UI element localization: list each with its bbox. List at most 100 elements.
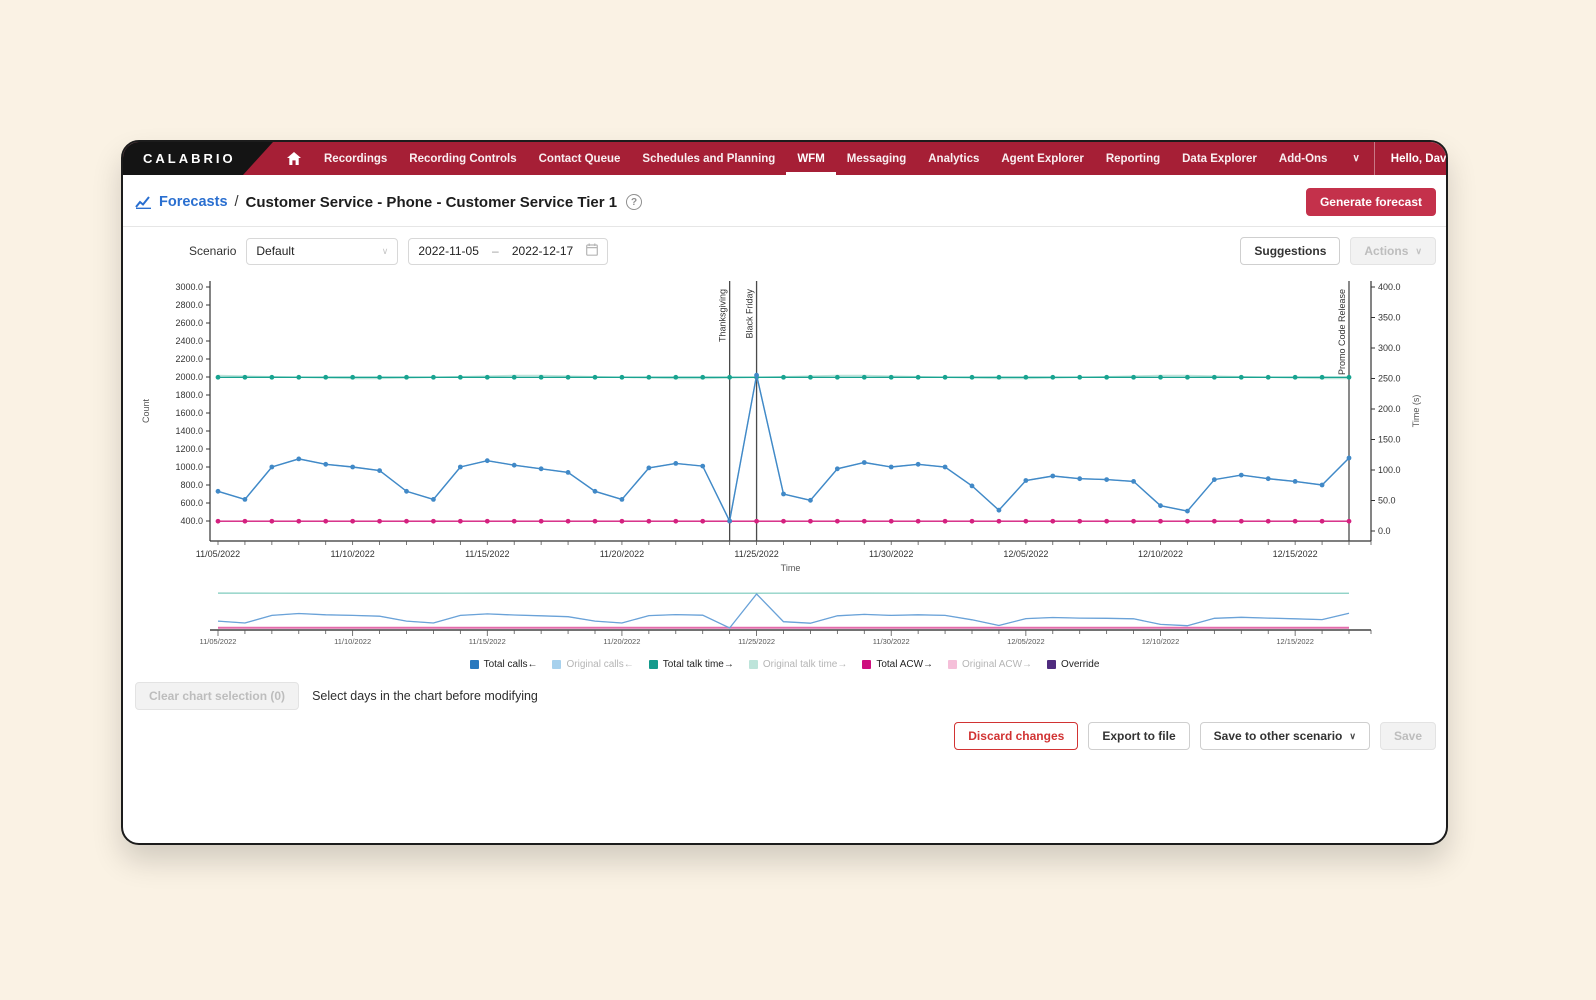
legend-swatch-icon	[552, 660, 562, 669]
svg-text:11/10/2022: 11/10/2022	[330, 549, 374, 559]
svg-text:300.0: 300.0	[1378, 343, 1401, 353]
svg-text:600.0: 600.0	[180, 498, 203, 508]
svg-text:12/05/2022: 12/05/2022	[1003, 549, 1048, 559]
controls-right: Suggestions Actions ∨	[1240, 237, 1436, 265]
svg-text:Promo Code Release: Promo Code Release	[1337, 289, 1347, 375]
footer-left: Clear chart selection (0) Select days in…	[123, 670, 1446, 714]
brand-logo: CALABRIO	[123, 142, 273, 175]
svg-text:12/15/2022: 12/15/2022	[1273, 549, 1318, 559]
legend-swatch-icon	[862, 660, 872, 669]
mini-range-chart[interactable]: 11/05/2022 11/10/2022 11/15/2022 11/20/2022…	[135, 584, 1433, 646]
header-row: Forecasts / Customer Service - Phone - C…	[123, 175, 1446, 226]
svg-text:Black Friday: Black Friday	[745, 289, 755, 339]
nav-item-analytics[interactable]: Analytics	[917, 142, 990, 175]
top-nav: CALABRIO Recordings Recording Controls Con…	[123, 142, 1446, 175]
svg-text:3000.0: 3000.0	[175, 282, 203, 292]
svg-text:Time: Time	[781, 563, 801, 573]
app-window: CALABRIO Recordings Recording Controls Con…	[121, 140, 1448, 845]
legend-label: Original talk time→	[762, 659, 848, 670]
legend-swatch-icon	[948, 660, 958, 669]
nav-item-data-explorer[interactable]: Data Explorer	[1171, 142, 1268, 175]
svg-text:11/30/2022: 11/30/2022	[869, 549, 913, 559]
nav-item-add-ons[interactable]: Add-Ons	[1268, 142, 1339, 175]
clear-chart-selection-button[interactable]: Clear chart selection (0)	[135, 682, 300, 710]
user-menu[interactable]: Hello, Dave ∨	[1375, 152, 1448, 165]
scenario-label: Scenario	[189, 244, 237, 258]
calendar-icon[interactable]	[586, 243, 599, 259]
svg-text:1800.0: 1800.0	[175, 390, 203, 400]
home-icon[interactable]	[273, 142, 313, 175]
svg-text:11/10/2022: 11/10/2022	[334, 637, 371, 646]
breadcrumb-forecasts-link[interactable]: Forecasts	[159, 194, 228, 210]
nav-item-agent-explorer[interactable]: Agent Explorer	[990, 142, 1094, 175]
svg-text:400.0: 400.0	[180, 516, 203, 526]
nav-menu: Recordings Recording Controls Contact Queu…	[313, 142, 1338, 175]
controls-row: Scenario Default ∨ 2022-11-05 – 2022-12-…	[123, 227, 1446, 269]
nav-item-schedules-and-planning[interactable]: Schedules and Planning	[631, 142, 786, 175]
scenario-select[interactable]: Default ∨	[246, 237, 399, 265]
date-range-input[interactable]: 2022-11-05 – 2022-12-17	[408, 237, 609, 265]
svg-text:1000.0: 1000.0	[175, 462, 203, 472]
user-greeting: Hello, Dave	[1390, 152, 1448, 165]
nav-item-contact-queue[interactable]: Contact Queue	[528, 142, 632, 175]
breadcrumb-separator: /	[234, 194, 239, 210]
svg-text:12/15/2022: 12/15/2022	[1276, 637, 1314, 646]
save-to-other-scenario-label: Save to other scenario	[1213, 729, 1343, 743]
nav-item-wfm[interactable]: WFM	[786, 142, 836, 175]
legend-swatch-icon	[648, 660, 658, 669]
svg-text:11/25/2022: 11/25/2022	[738, 637, 775, 646]
house-icon	[287, 152, 301, 165]
svg-text:400.0: 400.0	[1378, 282, 1401, 292]
svg-text:Time (s): Time (s)	[1411, 395, 1421, 428]
main-forecast-chart[interactable]: 400.0 600.0 800.0 1000.0 1200.0 1400.0 1600.0 1…	[135, 275, 1433, 579]
legend-item-override[interactable]: Override	[1047, 659, 1099, 670]
svg-text:2000.0: 2000.0	[175, 372, 203, 382]
nav-item-reporting[interactable]: Reporting	[1095, 142, 1171, 175]
discard-changes-button[interactable]: Discard changes	[954, 722, 1079, 750]
svg-text:2400.0: 2400.0	[175, 336, 203, 346]
svg-text:12/10/2022: 12/10/2022	[1142, 637, 1180, 646]
legend-item-total-acw-[interactable]: Total ACW→	[862, 659, 933, 670]
series-line-total-calls	[217, 375, 1350, 524]
legend-item-original-talk-time-[interactable]: Original talk time→	[748, 659, 848, 670]
date-range-separator: –	[492, 244, 499, 258]
nav-item-messaging[interactable]: Messaging	[836, 142, 917, 175]
nav-item-recordings[interactable]: Recordings	[313, 142, 398, 175]
chart-legend: Total calls← Original calls← Total talk ti…	[135, 659, 1434, 670]
svg-text:200.0: 200.0	[1378, 404, 1401, 414]
legend-label: Total calls←	[483, 659, 538, 670]
svg-text:1600.0: 1600.0	[175, 408, 203, 418]
selection-hint-text: Select days in the chart before modifyin…	[312, 689, 538, 703]
svg-text:12/05/2022: 12/05/2022	[1007, 637, 1045, 646]
svg-text:11/05/2022: 11/05/2022	[200, 637, 237, 646]
svg-text:11/30/2022: 11/30/2022	[873, 637, 910, 646]
nav-item-recording-controls[interactable]: Recording Controls	[398, 142, 527, 175]
svg-text:11/25/2022: 11/25/2022	[734, 549, 778, 559]
svg-text:11/20/2022: 11/20/2022	[600, 549, 644, 559]
legend-item-total-calls-[interactable]: Total calls←	[469, 659, 538, 670]
save-button[interactable]: Save	[1379, 722, 1436, 750]
nav-overflow-chevron-icon[interactable]: ∨	[1338, 153, 1373, 164]
legend-swatch-icon	[1047, 660, 1057, 669]
generate-forecast-button[interactable]: Generate forecast	[1305, 188, 1436, 216]
legend-item-original-calls-[interactable]: Original calls←	[552, 659, 634, 670]
date-start-value: 2022-11-05	[418, 244, 479, 258]
export-to-file-button[interactable]: Export to file	[1088, 722, 1190, 750]
save-to-other-scenario-button[interactable]: Save to other scenario ∨	[1199, 722, 1370, 750]
scenario-selected-value: Default	[256, 244, 295, 258]
legend-swatch-icon	[748, 660, 758, 669]
nav-right: ∨ Hello, Dave ∨ Help	[1338, 142, 1448, 175]
help-icon[interactable]: ?	[626, 194, 643, 210]
actions-button-label: Actions	[1364, 244, 1409, 258]
legend-item-original-acw-[interactable]: Original ACW→	[948, 659, 1032, 670]
legend-label: Original ACW→	[962, 659, 1033, 670]
svg-text:0.0: 0.0	[1378, 526, 1391, 536]
svg-text:2200.0: 2200.0	[175, 354, 203, 364]
legend-label: Override	[1061, 659, 1100, 670]
svg-text:12/10/2022: 12/10/2022	[1138, 549, 1183, 559]
actions-button[interactable]: Actions ∨	[1350, 237, 1436, 265]
suggestions-button[interactable]: Suggestions	[1240, 237, 1341, 265]
svg-text:2600.0: 2600.0	[175, 318, 203, 328]
legend-item-total-talk-time-[interactable]: Total talk time→	[648, 659, 734, 670]
svg-text:11/15/2022: 11/15/2022	[469, 637, 506, 646]
